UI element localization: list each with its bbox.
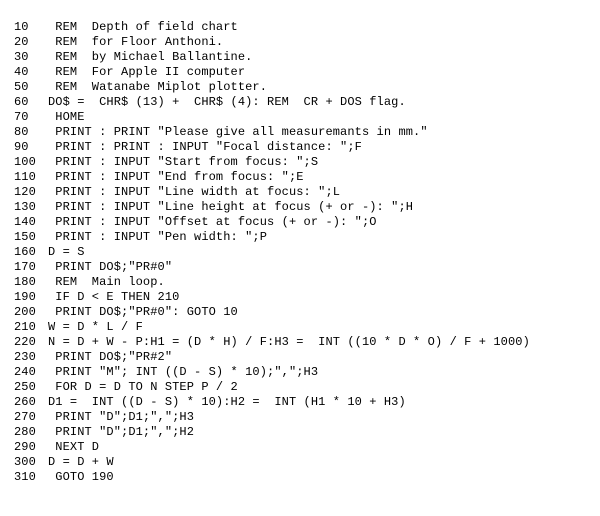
line-code: GOTO 190	[48, 470, 114, 484]
code-line: 10 REM Depth of field chart	[14, 20, 586, 35]
line-number: 80	[14, 125, 48, 140]
line-number: 40	[14, 65, 48, 80]
line-code: PRINT : PRINT : INPUT "Focal distance: "…	[48, 140, 362, 154]
line-code: N = D + W - P:H1 = (D * H) / F:H3 = INT …	[48, 335, 530, 349]
line-code: PRINT DO$;"PR#2"	[48, 350, 172, 364]
line-number: 290	[14, 440, 48, 455]
code-line: 40 REM For Apple II computer	[14, 65, 586, 80]
line-code: PRINT : INPUT "Offset at focus (+ or -):…	[48, 215, 377, 229]
code-line: 260D1 = INT ((D - S) * 10):H2 = INT (H1 …	[14, 395, 586, 410]
line-code: PRINT : PRINT "Please give all measurema…	[48, 125, 428, 139]
line-code: PRINT DO$;"PR#0"	[48, 260, 172, 274]
line-code: PRINT DO$;"PR#0": GOTO 10	[48, 305, 238, 319]
line-number: 300	[14, 455, 48, 470]
line-code: PRINT : INPUT "Line width at focus: ";L	[48, 185, 340, 199]
code-line: 190 IF D < E THEN 210	[14, 290, 586, 305]
code-line: 100 PRINT : INPUT "Start from focus: ";S	[14, 155, 586, 170]
line-code: D = S	[48, 245, 85, 259]
line-code: PRINT : INPUT "Line height at focus (+ o…	[48, 200, 413, 214]
line-number: 260	[14, 395, 48, 410]
code-line: 120 PRINT : INPUT "Line width at focus: …	[14, 185, 586, 200]
line-code: REM for Floor Anthoni.	[48, 35, 223, 49]
code-line: 180 REM Main loop.	[14, 275, 586, 290]
line-number: 20	[14, 35, 48, 50]
line-number: 310	[14, 470, 48, 485]
line-code: REM For Apple II computer	[48, 65, 245, 79]
line-code: W = D * L / F	[48, 320, 143, 334]
code-line: 160D = S	[14, 245, 586, 260]
line-code: PRINT : INPUT "Start from focus: ";S	[48, 155, 318, 169]
line-code: PRINT : INPUT "End from focus: ";E	[48, 170, 304, 184]
line-number: 180	[14, 275, 48, 290]
line-number: 270	[14, 410, 48, 425]
line-code: HOME	[48, 110, 85, 124]
code-line: 20 REM for Floor Anthoni.	[14, 35, 586, 50]
line-number: 60	[14, 95, 48, 110]
line-number: 150	[14, 230, 48, 245]
line-number: 110	[14, 170, 48, 185]
line-number: 250	[14, 380, 48, 395]
code-line: 150 PRINT : INPUT "Pen width: ";P	[14, 230, 586, 245]
line-number: 200	[14, 305, 48, 320]
line-code: REM Watanabe Miplot plotter.	[48, 80, 267, 94]
code-line: 30 REM by Michael Ballantine.	[14, 50, 586, 65]
code-line: 140 PRINT : INPUT "Offset at focus (+ or…	[14, 215, 586, 230]
line-number: 90	[14, 140, 48, 155]
line-code: D1 = INT ((D - S) * 10):H2 = INT (H1 * 1…	[48, 395, 406, 409]
code-line: 90 PRINT : PRINT : INPUT "Focal distance…	[14, 140, 586, 155]
line-number: 10	[14, 20, 48, 35]
line-number: 130	[14, 200, 48, 215]
code-line: 80 PRINT : PRINT "Please give all measur…	[14, 125, 586, 140]
line-code: REM Main loop.	[48, 275, 165, 289]
line-number: 160	[14, 245, 48, 260]
code-line: 130 PRINT : INPUT "Line height at focus …	[14, 200, 586, 215]
code-line: 170 PRINT DO$;"PR#0"	[14, 260, 586, 275]
line-code: FOR D = D TO N STEP P / 2	[48, 380, 238, 394]
line-number: 120	[14, 185, 48, 200]
code-line: 110 PRINT : INPUT "End from focus: ";E	[14, 170, 586, 185]
code-line: 300D = D + W	[14, 455, 586, 470]
code-line: 280 PRINT "D";D1;",";H2	[14, 425, 586, 440]
line-number: 210	[14, 320, 48, 335]
code-line: 220N = D + W - P:H1 = (D * H) / F:H3 = I…	[14, 335, 586, 350]
code-line: 210W = D * L / F	[14, 320, 586, 335]
line-code: IF D < E THEN 210	[48, 290, 179, 304]
line-number: 70	[14, 110, 48, 125]
line-code: NEXT D	[48, 440, 99, 454]
code-line: 250 FOR D = D TO N STEP P / 2	[14, 380, 586, 395]
line-code: REM by Michael Ballantine.	[48, 50, 252, 64]
line-code: PRINT : INPUT "Pen width: ";P	[48, 230, 267, 244]
line-number: 230	[14, 350, 48, 365]
line-number: 220	[14, 335, 48, 350]
code-line: 310 GOTO 190	[14, 470, 586, 485]
line-number: 240	[14, 365, 48, 380]
code-line: 60DO$ = CHR$ (13) + CHR$ (4): REM CR + D…	[14, 95, 586, 110]
line-number: 140	[14, 215, 48, 230]
code-line: 230 PRINT DO$;"PR#2"	[14, 350, 586, 365]
code-line: 70 HOME	[14, 110, 586, 125]
line-code: PRINT "D";D1;",";H2	[48, 425, 194, 439]
code-line: 240 PRINT "M"; INT ((D - S) * 10);",";H3	[14, 365, 586, 380]
line-number: 50	[14, 80, 48, 95]
code-line: 270 PRINT "D";D1;",";H3	[14, 410, 586, 425]
line-code: PRINT "M"; INT ((D - S) * 10);",";H3	[48, 365, 318, 379]
code-line: 50 REM Watanabe Miplot plotter.	[14, 80, 586, 95]
line-number: 280	[14, 425, 48, 440]
code-line: 290 NEXT D	[14, 440, 586, 455]
code-listing: 10 REM Depth of field chart20 REM for Fl…	[0, 0, 600, 505]
line-number: 170	[14, 260, 48, 275]
line-number: 30	[14, 50, 48, 65]
line-code: DO$ = CHR$ (13) + CHR$ (4): REM CR + DOS…	[48, 95, 406, 109]
code-line: 200 PRINT DO$;"PR#0": GOTO 10	[14, 305, 586, 320]
line-code: REM Depth of field chart	[48, 20, 238, 34]
line-number: 190	[14, 290, 48, 305]
line-number: 100	[14, 155, 48, 170]
line-code: PRINT "D";D1;",";H3	[48, 410, 194, 424]
line-code: D = D + W	[48, 455, 114, 469]
